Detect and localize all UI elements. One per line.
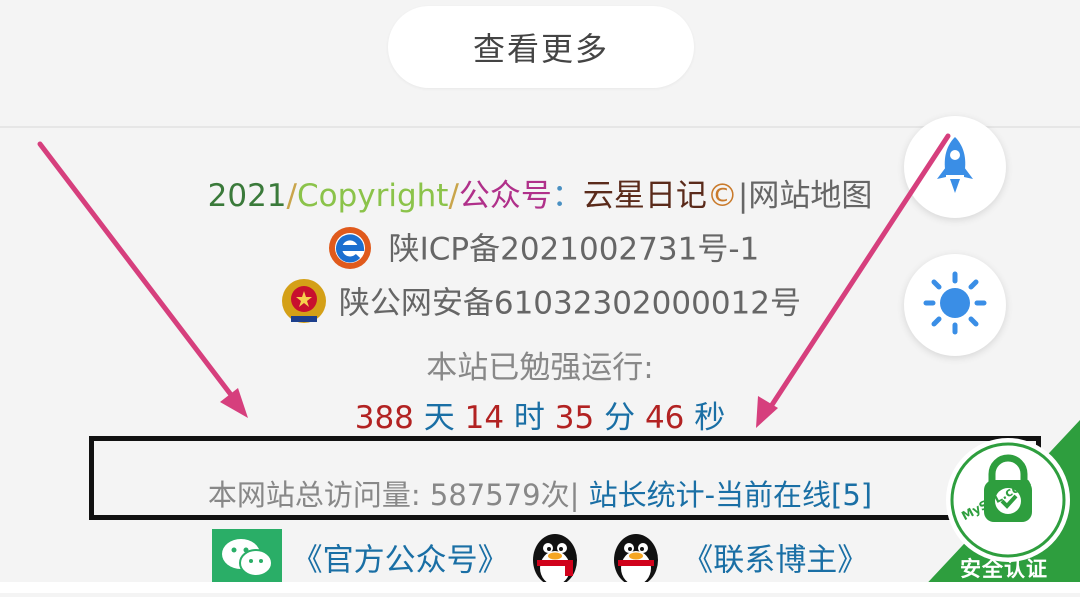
sun-icon xyxy=(923,271,987,339)
uptime-days-unit: 天 xyxy=(423,400,455,436)
uptime-minutes-unit: 分 xyxy=(604,400,636,436)
icp-e-icon xyxy=(321,222,379,280)
contact-author-link[interactable]: 《联系博主》 xyxy=(682,543,868,579)
uptime-hours-unit: 时 xyxy=(513,400,545,436)
copyright-gzh: 公众号 xyxy=(458,178,552,214)
uptime-label: 本站已勉强运行: xyxy=(426,350,654,386)
uptime-seconds: 46 xyxy=(644,400,685,436)
copyright-sep2: / xyxy=(448,178,459,214)
copyright-name: 云星日记 xyxy=(582,178,707,214)
copyright-year: 2021 xyxy=(207,178,287,214)
annotation-highlight-box xyxy=(89,436,1041,520)
copyright-symbol: © xyxy=(706,178,738,214)
official-account-link[interactable]: 《官方公众号》 xyxy=(292,543,509,579)
police-link[interactable]: 陕公网安备61032302000012号 xyxy=(339,286,801,322)
sitemap-link[interactable]: |网站地图 xyxy=(738,178,872,214)
copyright-word: Copyright xyxy=(296,178,449,214)
uptime-minutes: 35 xyxy=(554,400,595,436)
uptime-days: 388 xyxy=(354,400,414,436)
rocket-icon xyxy=(933,135,977,199)
back-to-top-button[interactable] xyxy=(904,116,1006,218)
theme-toggle-button[interactable] xyxy=(904,254,1006,356)
bottom-strip xyxy=(0,582,1080,593)
icp-link[interactable]: 陕ICP备2021002731号-1 xyxy=(389,232,760,268)
copyright-colon: ： xyxy=(551,178,583,214)
section-divider xyxy=(0,126,1080,128)
ssl-label: 安全认证 xyxy=(960,557,1048,581)
uptime-seconds-unit: 秒 xyxy=(694,400,726,436)
police-badge-icon xyxy=(279,276,329,334)
copyright-sep1: / xyxy=(286,178,297,214)
uptime-hours: 14 xyxy=(464,400,505,436)
view-more-button[interactable]: 查看更多 xyxy=(388,6,694,88)
